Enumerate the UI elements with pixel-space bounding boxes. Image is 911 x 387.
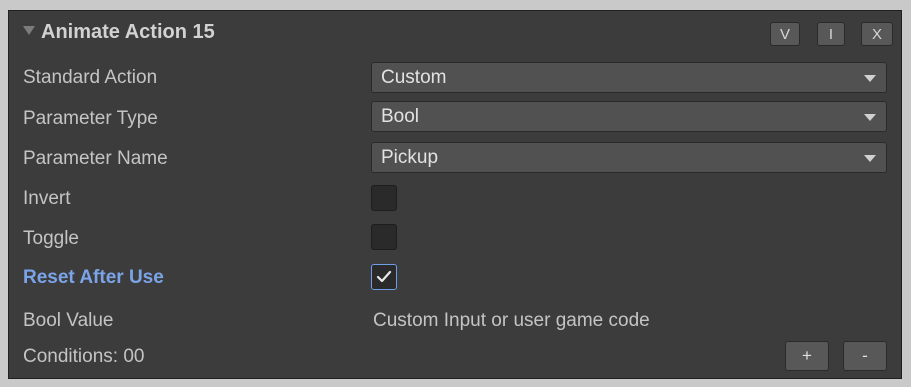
- panel-header[interactable]: Animate Action 15 V I X: [9, 11, 901, 53]
- parameter-name-dropdown[interactable]: Pickup: [371, 142, 887, 173]
- invert-checkbox[interactable]: [371, 185, 397, 211]
- toggle-checkbox[interactable]: [371, 224, 397, 250]
- v-button[interactable]: V: [770, 22, 800, 46]
- toggle-label: Toggle: [23, 228, 79, 249]
- conditions-count: Conditions: 00: [23, 346, 145, 367]
- foldout-triangle-icon[interactable]: [23, 26, 35, 35]
- parameter-type-label: Parameter Type: [23, 108, 158, 129]
- reset-after-use-label: Reset After Use: [23, 267, 164, 288]
- parameter-name-value: Pickup: [381, 147, 439, 168]
- reset-after-use-checkbox[interactable]: [371, 264, 397, 290]
- standard-action-dropdown[interactable]: Custom: [371, 62, 887, 93]
- animate-action-panel: Animate Action 15 V I X Standard Action …: [8, 10, 902, 379]
- invert-label: Invert: [23, 188, 71, 209]
- panel-title: Animate Action 15: [41, 21, 215, 43]
- checkmark-icon: [376, 270, 392, 283]
- chevron-down-icon: [864, 155, 876, 162]
- parameter-name-label: Parameter Name: [23, 148, 168, 169]
- standard-action-label: Standard Action: [23, 67, 158, 88]
- standard-action-value: Custom: [381, 67, 447, 88]
- i-button[interactable]: I: [817, 22, 845, 46]
- parameter-type-dropdown[interactable]: Bool: [371, 101, 887, 132]
- chevron-down-icon: [864, 75, 876, 82]
- bool-value-label: Bool Value: [23, 310, 114, 331]
- chevron-down-icon: [864, 114, 876, 121]
- bool-value-text: Custom Input or user game code: [373, 310, 650, 331]
- x-button[interactable]: X: [861, 22, 893, 46]
- parameter-type-value: Bool: [381, 106, 420, 127]
- add-condition-button[interactable]: +: [785, 341, 829, 371]
- remove-condition-button[interactable]: -: [843, 341, 887, 371]
